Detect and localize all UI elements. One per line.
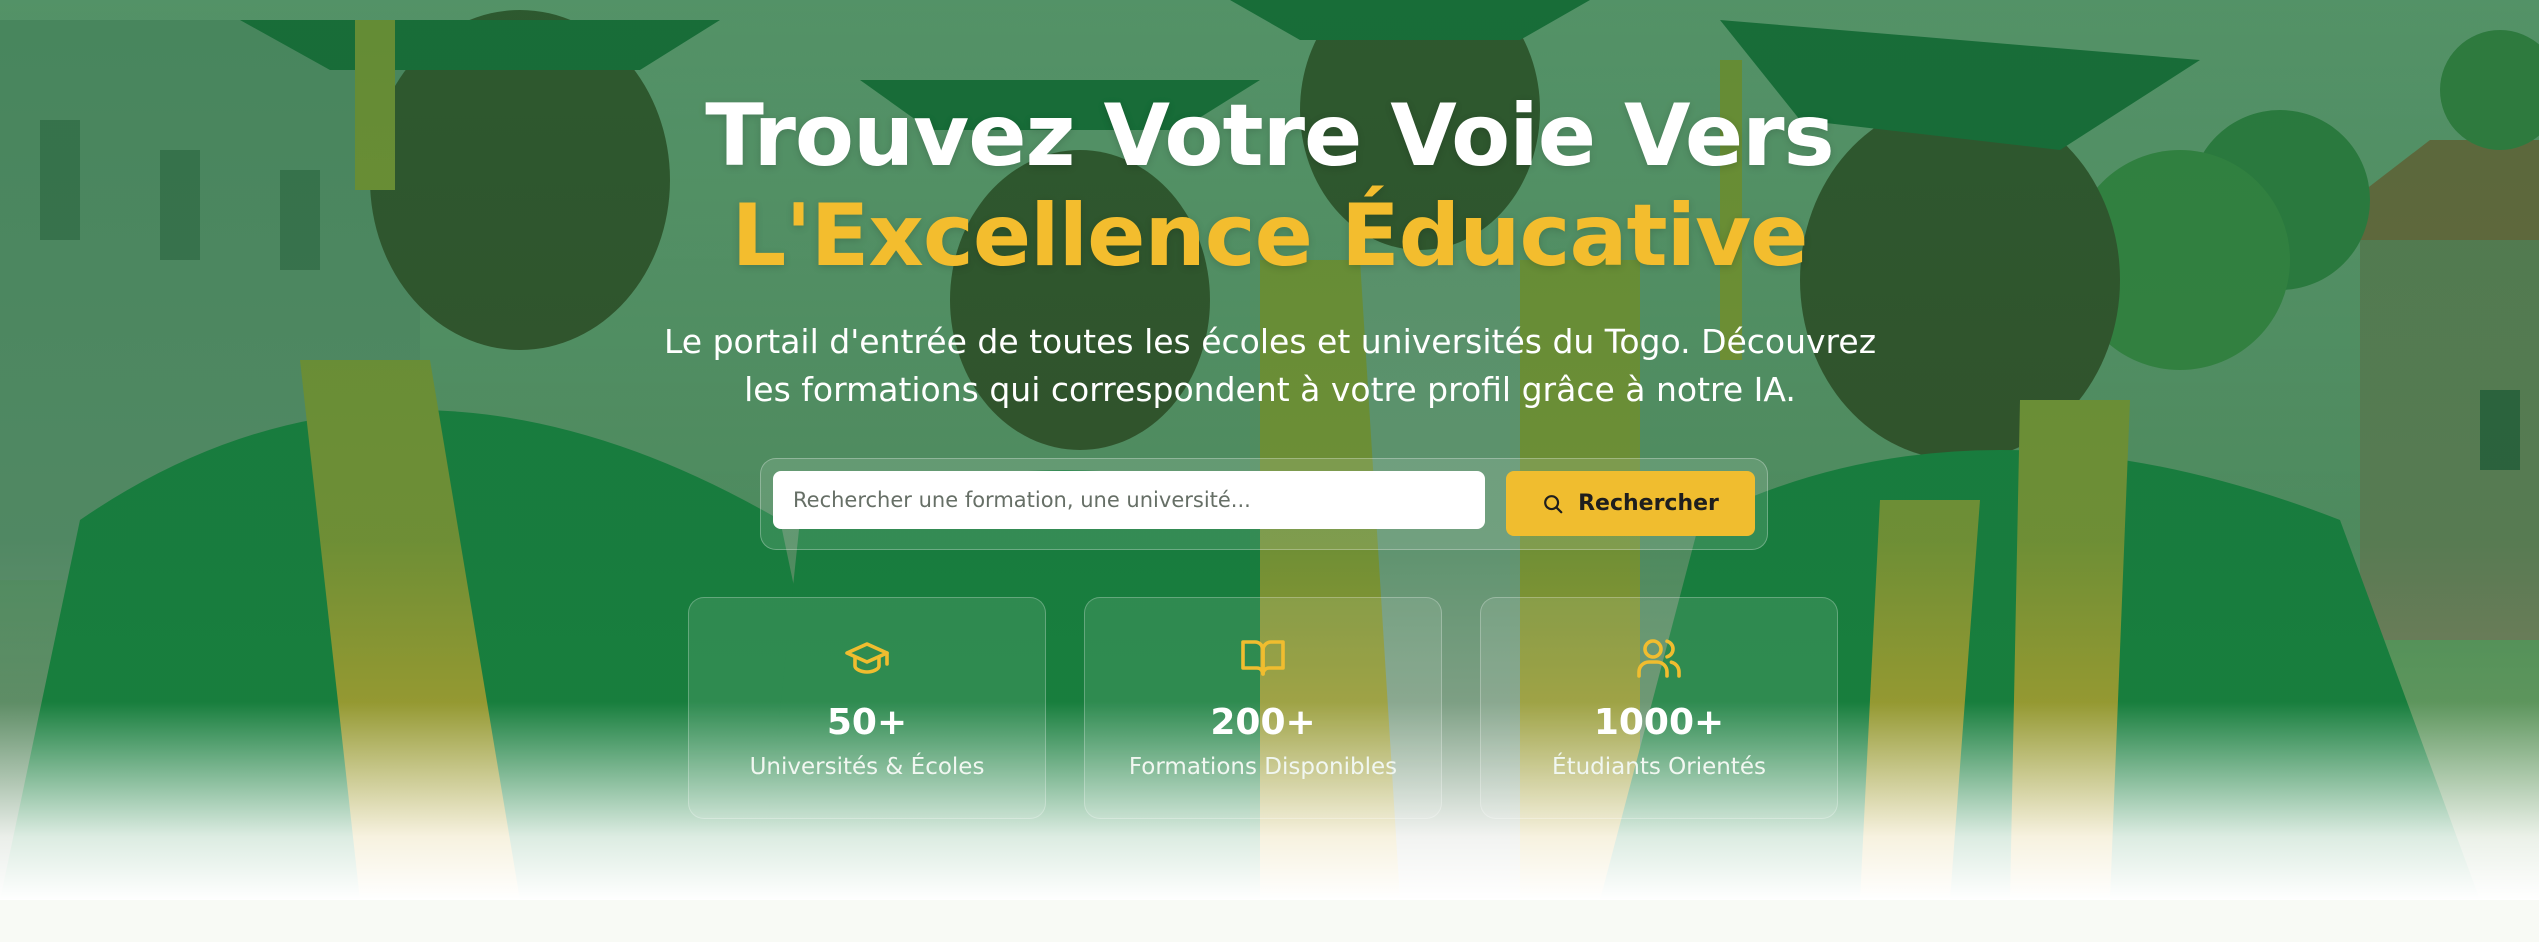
search-bar: Rechercher: [760, 458, 1768, 550]
stat-value: 1000+: [1593, 702, 1725, 743]
hero-content: Trouvez Votre Voie Vers L'Excellence Édu…: [0, 0, 2539, 900]
stat-label: Formations Disponibles: [1128, 754, 1398, 780]
stat-label: Étudiants Orientés: [1552, 754, 1766, 780]
search-button-label: Rechercher: [1578, 491, 1719, 516]
stat-card-students: 1000+ Étudiants Orientés: [1480, 597, 1838, 819]
stat-label: Universités & Écoles: [749, 754, 985, 780]
open-book-icon: [1241, 640, 1285, 676]
stat-value: 50+: [826, 702, 908, 743]
search-icon: [1544, 494, 1563, 513]
page-section-divider: [0, 900, 2539, 942]
search-input[interactable]: [773, 471, 1485, 529]
search-button[interactable]: Rechercher: [1506, 471, 1755, 536]
stat-value: 200+: [1210, 702, 1316, 743]
hero-subtitle: Le portail d'entrée de toutes les écoles…: [663, 322, 1877, 409]
stat-card-universities: 50+ Universités & Écoles: [688, 597, 1046, 819]
hero-title-line2: L'Excellence Éducative: [731, 186, 1809, 286]
users-icon: [1637, 639, 1681, 678]
hero-title-line1: Trouvez Votre Voie Vers: [705, 86, 1835, 186]
graduation-cap-icon: [845, 642, 889, 674]
stat-card-formations: 200+ Formations Disponibles: [1084, 597, 1442, 819]
